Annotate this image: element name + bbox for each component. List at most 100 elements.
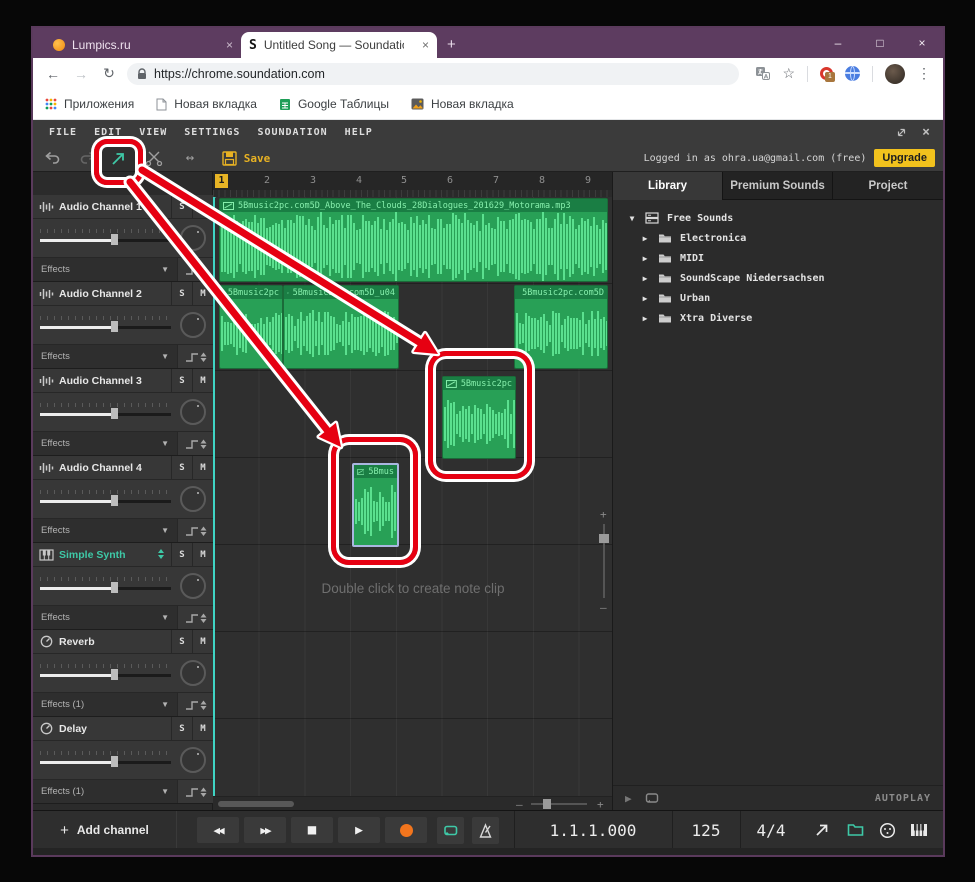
window-close-button[interactable]: ×	[901, 28, 943, 58]
automation-button[interactable]	[177, 519, 213, 542]
volume-slider[interactable]	[40, 751, 171, 769]
volume-slider[interactable]	[40, 490, 171, 508]
tree-item-electronica[interactable]: ▶ Electronica	[613, 228, 943, 248]
volume-slider[interactable]	[40, 577, 171, 595]
tree-collapsed-icon[interactable]: ▶	[640, 274, 650, 283]
fast-forward-button[interactable]: ▶▶	[244, 817, 286, 843]
effects-dropdown[interactable]: Effects (1) ▼	[33, 780, 177, 803]
tree-collapsed-icon[interactable]: ▶	[640, 294, 650, 303]
tab-project[interactable]: Project	[833, 172, 943, 200]
redo-button[interactable]	[77, 145, 99, 171]
solo-button[interactable]: S	[171, 281, 192, 306]
track-row-6[interactable]	[213, 632, 612, 719]
tree-item-urban[interactable]: ▶ Urban	[613, 288, 943, 308]
undo-button[interactable]	[41, 145, 63, 171]
mute-button[interactable]: M	[192, 281, 213, 306]
vertical-zoom-control[interactable]: + –	[598, 508, 610, 614]
audio-clip[interactable]: 5Bmusic2pc.com5D_u04	[283, 285, 399, 369]
volume-slider[interactable]	[40, 229, 171, 247]
tree-root-free-sounds[interactable]: ▼ Free Sounds	[613, 208, 943, 228]
instrument-select-icon[interactable]	[157, 545, 165, 564]
export-button[interactable]	[811, 819, 833, 841]
track-row-4[interactable]	[213, 458, 612, 545]
mute-button[interactable]: M	[192, 194, 213, 219]
tree-item-soundscape[interactable]: ▶ SoundScape Niedersachsen	[613, 268, 943, 288]
audio-clip[interactable]: 5Bmusic2pc.com5D_Above_The_Clouds_28Dial…	[219, 198, 608, 282]
solo-button[interactable]: S	[171, 455, 192, 480]
extension-icon[interactable]: 1	[820, 67, 835, 82]
track-row-3[interactable]	[213, 371, 612, 458]
project-folder-button[interactable]	[844, 819, 866, 841]
stop-button[interactable]: ■	[291, 817, 333, 843]
bookmark-newtab[interactable]: Новая вкладка	[156, 97, 257, 111]
hzoom-handle[interactable]	[543, 799, 551, 809]
mute-button[interactable]: M	[192, 629, 213, 654]
tab-library[interactable]: Library	[613, 172, 723, 200]
volume-slider[interactable]	[40, 403, 171, 421]
automation-button[interactable]	[177, 606, 213, 629]
tree-collapsed-icon[interactable]: ▶	[640, 254, 650, 263]
effects-dropdown[interactable]: Effects ▼	[33, 345, 177, 368]
app-close-icon[interactable]: ×	[922, 125, 931, 140]
position-display[interactable]: 1.1.1.000	[514, 811, 672, 849]
pan-knob[interactable]	[180, 312, 206, 338]
new-tab-button[interactable]: +	[447, 36, 456, 58]
hzoom-track[interactable]	[531, 803, 587, 805]
time-signature-display[interactable]: 4/4	[740, 811, 802, 849]
tab-lumpics[interactable]: Lumpics.ru ×	[45, 32, 241, 58]
menu-edit[interactable]: EDIT	[94, 127, 122, 138]
stretch-tool-button[interactable]: ↔	[177, 145, 203, 171]
automation-button[interactable]	[177, 780, 213, 803]
effects-dropdown[interactable]: Effects ▼	[33, 258, 177, 281]
back-button[interactable]: ←	[39, 66, 67, 82]
pan-knob[interactable]	[180, 399, 206, 425]
solo-button[interactable]: S	[171, 368, 192, 393]
mute-button[interactable]: M	[192, 455, 213, 480]
translate-icon[interactable]	[755, 66, 771, 81]
bookmark-sheets[interactable]: Google Таблицы	[279, 97, 389, 111]
horizontal-scrollbar[interactable]	[218, 801, 294, 807]
tab-soundation[interactable]: S Untitled Song — Soundation Stu ×	[241, 32, 437, 58]
audio-clip-highlighted[interactable]: 5Bmusic2pc	[442, 376, 516, 459]
globe-extension-icon[interactable]	[845, 66, 860, 81]
timeline-ruler[interactable]: 1 2 3 4 5 6 7 8 9	[213, 172, 612, 190]
menu-soundation[interactable]: SOUNDATION	[257, 127, 327, 138]
chrome-menu-icon[interactable]: ⋮	[917, 65, 931, 82]
mute-button[interactable]: M	[192, 542, 213, 567]
metronome-button[interactable]	[472, 817, 499, 844]
solo-button[interactable]: S	[171, 542, 192, 567]
virtual-keyboard-button[interactable]	[908, 819, 930, 841]
volume-slider[interactable]	[40, 664, 171, 682]
effects-dropdown[interactable]: Effects (1) ▼	[33, 693, 177, 716]
upgrade-button[interactable]: Upgrade	[874, 149, 935, 167]
address-input[interactable]: https://chrome.soundation.com	[127, 62, 739, 85]
tree-item-midi[interactable]: ▶ MIDI	[613, 248, 943, 268]
pan-knob[interactable]	[180, 747, 206, 773]
tree-item-xtra-diverse[interactable]: ▶ Xtra Diverse	[613, 308, 943, 328]
menu-view[interactable]: VIEW	[139, 127, 167, 138]
record-button[interactable]	[385, 817, 427, 843]
menu-help[interactable]: HELP	[345, 127, 373, 138]
forward-button[interactable]: →	[67, 66, 95, 82]
reload-button[interactable]: ↻	[95, 65, 123, 82]
community-button[interactable]	[876, 819, 898, 841]
bookmark-apps[interactable]: Приложения	[45, 97, 134, 111]
zoom-out-icon[interactable]: –	[600, 601, 607, 614]
save-button[interactable]: Save	[211, 145, 281, 171]
automation-button[interactable]	[177, 693, 213, 716]
effects-dropdown[interactable]: Effects ▼	[33, 432, 177, 455]
rewind-button[interactable]: ◀◀	[197, 817, 239, 843]
tree-collapsed-icon[interactable]: ▶	[640, 234, 650, 243]
tempo-display[interactable]: 125	[672, 811, 740, 849]
vertical-zoom-handle[interactable]	[599, 534, 609, 543]
pan-knob[interactable]	[180, 573, 206, 599]
automation-button[interactable]	[177, 345, 213, 368]
solo-button[interactable]: S	[171, 194, 192, 219]
mute-button[interactable]: M	[192, 368, 213, 393]
window-maximize-button[interactable]: □	[859, 28, 901, 58]
hzoom-in-icon[interactable]: +	[597, 798, 604, 810]
tab-close-icon[interactable]: ×	[226, 38, 233, 52]
menu-file[interactable]: FILE	[49, 127, 77, 138]
bookmark-star-icon[interactable]: ☆	[782, 65, 795, 82]
solo-button[interactable]: S	[171, 716, 192, 741]
